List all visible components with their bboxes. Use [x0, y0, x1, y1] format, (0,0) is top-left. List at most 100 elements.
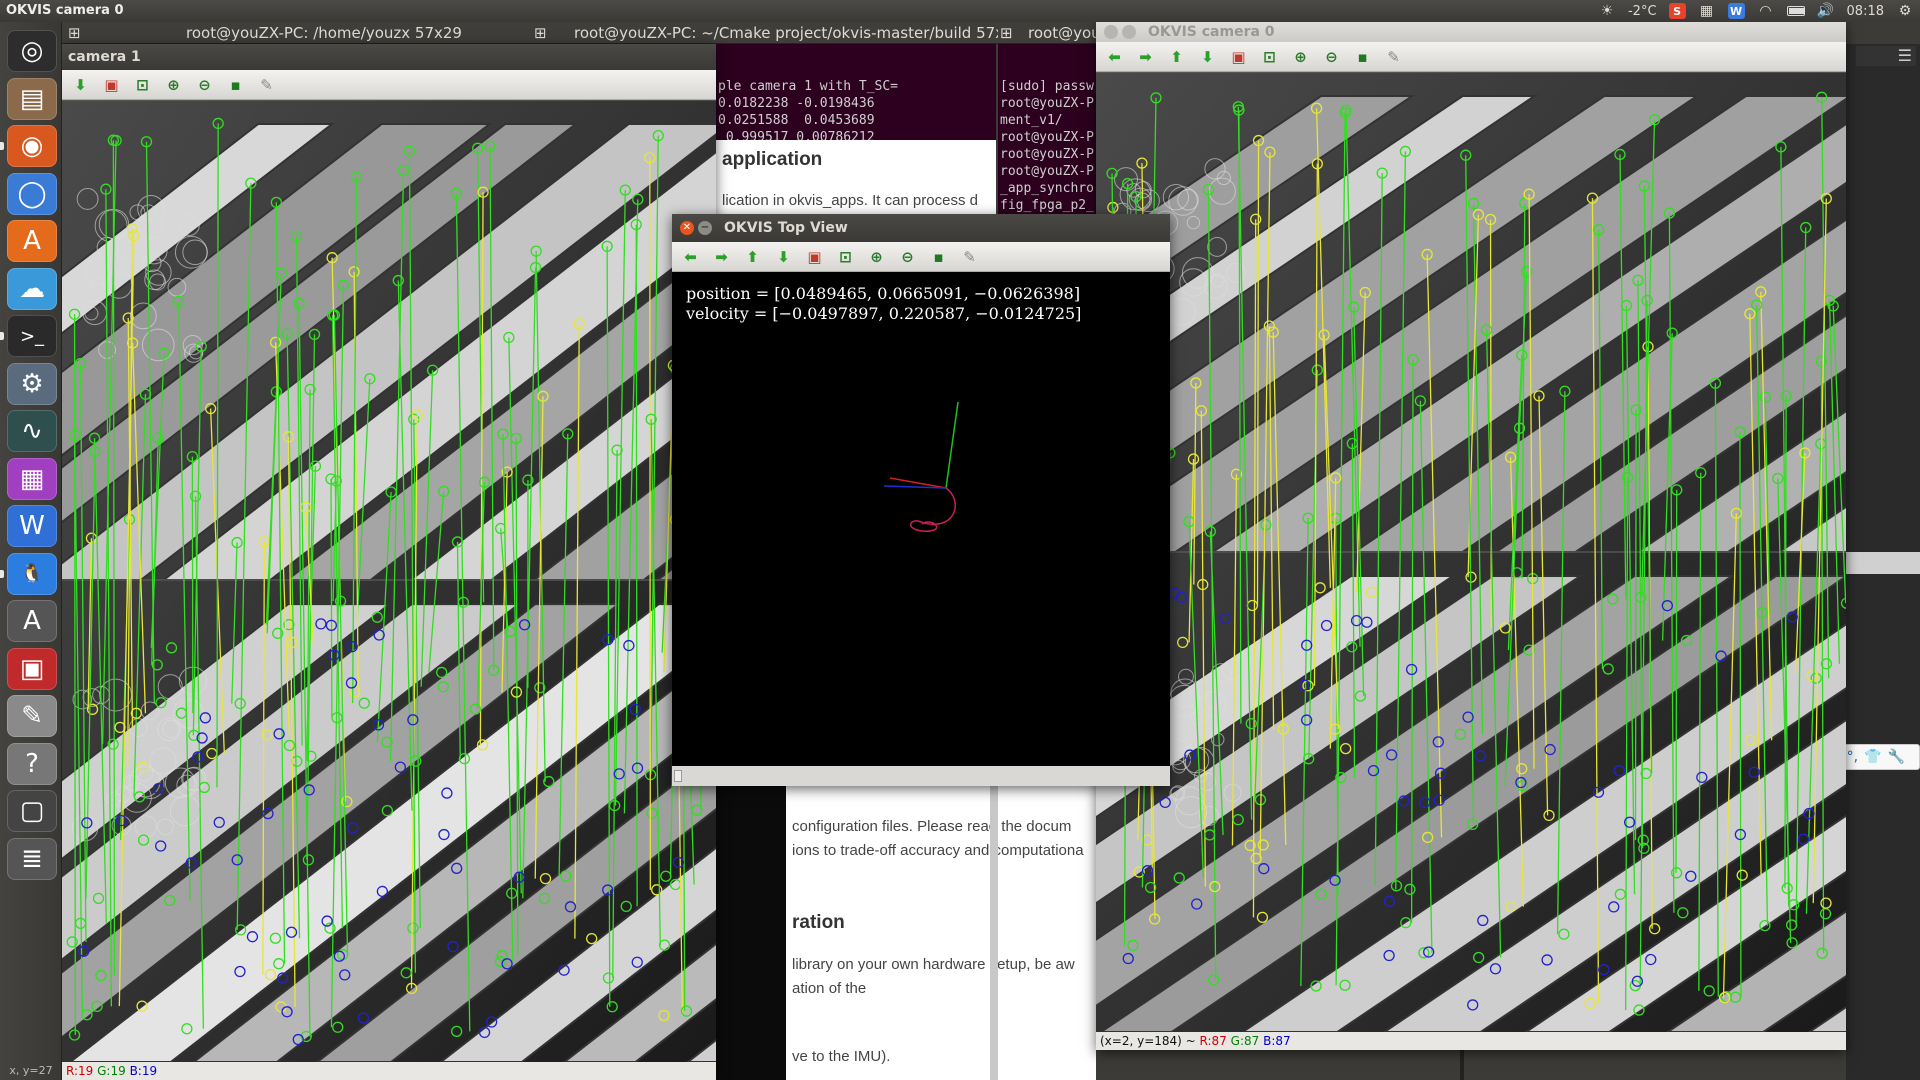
network-icon[interactable]: ☁: [7, 267, 57, 310]
chromium-icon[interactable]: ◯: [7, 172, 57, 215]
terminal-tab-bar-3: ⊞ root@you: [998, 22, 1100, 44]
zoom-out-icon[interactable]: ⊖: [192, 74, 217, 96]
temperature-label[interactable]: -2°C: [1628, 4, 1657, 19]
tools-icon[interactable]: 🔧: [1887, 749, 1904, 765]
image-icon[interactable]: ▣: [1226, 46, 1251, 68]
properties-icon[interactable]: ✎: [1381, 46, 1406, 68]
save-icon[interactable]: ▪: [926, 246, 951, 268]
sogou-input-icon[interactable]: S: [1668, 3, 1686, 19]
terminal-tab-2[interactable]: root@youZX-PC: ~/Cmake project/okvis-mas…: [574, 23, 998, 43]
close-icon[interactable]: ✕: [680, 221, 694, 235]
text-editor-icon[interactable]: ✎: [7, 695, 57, 737]
terminal-line: root@youZX-P: [1000, 164, 1094, 179]
qq-icon[interactable]: 🐧: [7, 552, 57, 595]
image-icon[interactable]: ▣: [802, 246, 827, 268]
background-gap: [716, 784, 786, 1080]
terminal-menu-icon[interactable]: ⊞: [534, 23, 547, 43]
battery-icon[interactable]: [1786, 3, 1805, 19]
arrow-down-icon[interactable]: ⬇: [771, 246, 796, 268]
terminal-icon[interactable]: >_: [7, 315, 57, 357]
volume-icon[interactable]: 🔊: [1817, 3, 1835, 19]
workspace-icon[interactable]: ▦: [7, 457, 57, 500]
camera-1-title-bar[interactable]: camera 1: [62, 44, 716, 70]
stack-icon[interactable]: ≣: [7, 837, 57, 880]
system-settings-icon[interactable]: ⚙: [7, 362, 57, 405]
zoom-in-icon[interactable]: ⊕: [1288, 46, 1313, 68]
screen-recorder-icon[interactable]: ▣: [7, 647, 57, 690]
camera-1-toolbar: ⬇ ▣ ⊡ ⊕ ⊖ ▪ ✎: [62, 70, 716, 100]
top-view-canvas[interactable]: position = [0.0489465, 0.0665091, −0.062…: [672, 272, 1170, 766]
firefox-icon[interactable]: ◉: [7, 125, 57, 167]
file-manager-icon[interactable]: ▤: [7, 77, 57, 120]
camera-0-title-bar[interactable]: OKVIS camera 0: [1096, 22, 1846, 42]
camera-1-image[interactable]: [62, 99, 716, 1063]
calendar-icon[interactable]: ▦: [1698, 3, 1716, 19]
weather-icon[interactable]: ☀: [1598, 3, 1616, 19]
terminal-tab-3[interactable]: root@you: [1028, 23, 1100, 43]
zoom-out-icon[interactable]: ⊖: [1319, 46, 1344, 68]
top-panel: OKVIS camera 0 ☀ -2°C S ▦ W ◠ 🔊 08:18 ⚙: [0, 0, 1920, 22]
arrow-left-icon[interactable]: ⬅: [678, 246, 703, 268]
close-button[interactable]: [1104, 25, 1118, 39]
update-manager-icon[interactable]: A: [7, 600, 57, 642]
arrow-down-icon[interactable]: ⬇: [68, 74, 93, 96]
green-value: G:19: [97, 1064, 126, 1078]
punctuation-icon[interactable]: °,: [1847, 749, 1858, 765]
launcher-bottom-label: x, y=27: [9, 1064, 53, 1077]
arrow-left-icon[interactable]: ⬅: [1102, 46, 1127, 68]
terminal-line: root@youZX-P: [1000, 130, 1094, 145]
zoom-fit-icon[interactable]: ⊡: [833, 246, 858, 268]
terminal-menu-icon[interactable]: ⊞: [68, 23, 81, 43]
arrow-up-icon[interactable]: ⬆: [740, 246, 765, 268]
arrow-down-icon[interactable]: ⬇: [1195, 46, 1220, 68]
ubuntu-dash-icon[interactable]: ◎: [7, 30, 57, 72]
terminal-3-output[interactable]: [sudo] passw root@youZX-P ment_v1/root@you…: [998, 44, 1096, 216]
system-tray: ☀ -2°C S ▦ W ◠ 🔊 08:18 ⚙: [1598, 0, 1914, 22]
image-icon[interactable]: ▣: [99, 74, 124, 96]
clock[interactable]: 08:18: [1847, 4, 1884, 19]
terminal-menu-icon[interactable]: ⊞: [1000, 23, 1013, 43]
feature-match-line: [330, 479, 333, 718]
camera-0-image[interactable]: [1096, 71, 1846, 1033]
active-window-title: OKVIS camera 0: [6, 3, 124, 18]
software-center-icon[interactable]: A: [7, 220, 57, 262]
arrow-up-icon[interactable]: ⬆: [1164, 46, 1189, 68]
wifi-icon[interactable]: ◠: [1757, 3, 1775, 19]
doc-text: configuration files. Please read the doc…: [792, 818, 1072, 835]
doc-page-fragment-bottom: configuration files. Please read the doc…: [786, 784, 1096, 1080]
save-icon[interactable]: ▪: [223, 74, 248, 96]
save-icon[interactable]: ▪: [1350, 46, 1375, 68]
arrow-right-icon[interactable]: ➡: [709, 246, 734, 268]
zoom-fit-icon[interactable]: ⊡: [130, 74, 155, 96]
blue-value: B:87: [1263, 1034, 1291, 1048]
workspace-switcher-icon[interactable]: ▢: [7, 790, 57, 832]
top-view-status-bar: [672, 766, 1170, 786]
hamburger-menu-icon[interactable]: ☰: [1856, 46, 1916, 66]
terminal-tab-1[interactable]: root@youZX-PC: /home/youzx 57x29: [186, 23, 462, 43]
settings-gear-icon[interactable]: ⚙: [1896, 3, 1914, 19]
axis-y-green: [945, 401, 959, 489]
terminal-line: _app_synchro: [1000, 181, 1094, 196]
zoom-in-icon[interactable]: ⊕: [864, 246, 889, 268]
zoom-fit-icon[interactable]: ⊡: [1257, 46, 1282, 68]
minimize-icon[interactable]: −: [698, 221, 712, 235]
camera-0-window: OKVIS camera 0 ⬅ ➡ ⬆ ⬇ ▣ ⊡ ⊕ ⊖ ▪ ✎ (x=2, y=184) ~…: [1096, 22, 1846, 1050]
doc-heading: application: [722, 149, 823, 170]
terminal-line: ple camera 1 with T_SC=: [718, 79, 899, 94]
minimize-button[interactable]: [1122, 25, 1136, 39]
zoom-in-icon[interactable]: ⊕: [161, 74, 186, 96]
top-view-window: ✕ − OKVIS Top View ⬅ ➡ ⬆ ⬇ ▣ ⊡ ⊕ ⊖ ▪ ✎ position =…: [672, 214, 1170, 786]
system-monitor-icon[interactable]: ∿: [7, 410, 57, 452]
properties-icon[interactable]: ✎: [957, 246, 982, 268]
zoom-out-icon[interactable]: ⊖: [895, 246, 920, 268]
running-indicator: [0, 332, 4, 340]
skin-icon[interactable]: 👕: [1864, 749, 1881, 765]
wps-icon[interactable]: W: [1727, 3, 1745, 19]
top-view-title-bar[interactable]: ✕ − OKVIS Top View: [672, 214, 1170, 242]
help-icon[interactable]: ?: [7, 742, 57, 785]
arrow-right-icon[interactable]: ➡: [1133, 46, 1158, 68]
doc-text: ve to the IMU).: [792, 1048, 891, 1065]
properties-icon[interactable]: ✎: [254, 74, 279, 96]
resize-handle[interactable]: [674, 770, 682, 782]
wps-writer-icon[interactable]: W: [7, 505, 57, 547]
